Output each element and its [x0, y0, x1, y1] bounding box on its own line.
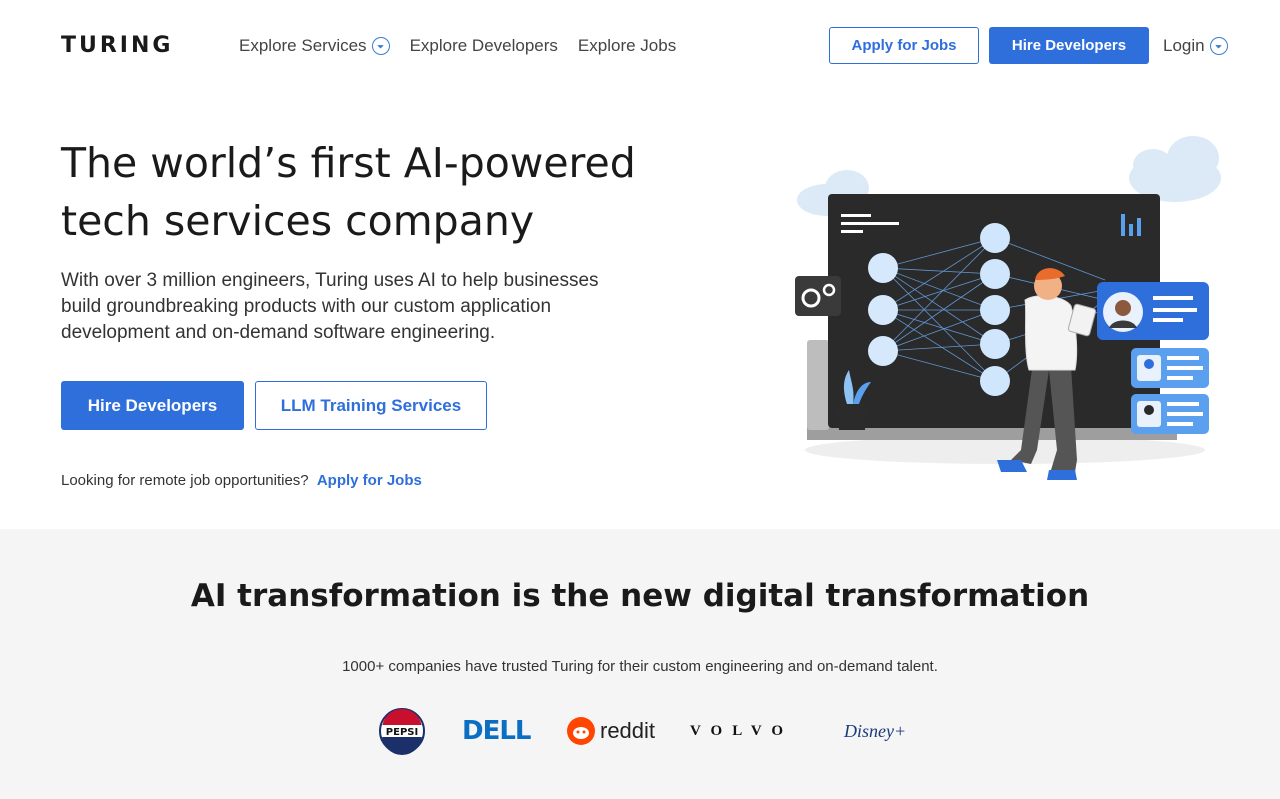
- chevron-down-icon: [371, 37, 390, 55]
- login-menu[interactable]: Login: [1163, 36, 1228, 56]
- llm-training-services-button[interactable]: LLM Training Services: [255, 381, 487, 430]
- section-title: AI transformation is the new digital tra…: [190, 578, 1090, 614]
- nav-explore-developers[interactable]: Explore Developers: [410, 36, 558, 56]
- remote-jobs-text: Looking for remote job opportunities?: [61, 472, 309, 489]
- profile-card-small: [1131, 394, 1209, 434]
- hire-developers-header-button[interactable]: Hire Developers: [989, 27, 1149, 64]
- remote-jobs-prompt: Looking for remote job opportunities? Ap…: [61, 472, 422, 489]
- apply-for-jobs-button[interactable]: Apply for Jobs: [829, 27, 979, 64]
- volvo-logo: VOLVO: [690, 722, 794, 739]
- hire-developers-button[interactable]: Hire Developers: [61, 381, 244, 430]
- nav-explore-jobs-label: Explore Jobs: [577, 36, 677, 55]
- nav-explore-services[interactable]: Explore Services: [239, 36, 390, 56]
- nav-explore-developers-label: Explore Developers: [409, 36, 558, 55]
- remote-apply-link[interactable]: Apply for Jobs: [317, 472, 422, 489]
- hero-title: The world’s first AI-powered tech servic…: [61, 134, 681, 250]
- main-nav: Explore Services Explore Developers Expl…: [239, 36, 676, 56]
- disney-plus-logo: Disney+: [844, 720, 907, 741]
- hero-title-line1: The world’s first AI-powered: [61, 139, 636, 187]
- reddit-logo: reddit: [566, 705, 655, 757]
- hero-illustration: [795, 136, 1221, 480]
- profile-card-large: [1097, 282, 1209, 340]
- chevron-down-icon: [1209, 37, 1228, 55]
- reddit-icon: [567, 717, 595, 745]
- login-label: Login: [1163, 36, 1205, 55]
- turing-logo[interactable]: TURING: [61, 33, 173, 58]
- nav-explore-jobs[interactable]: Explore Jobs: [578, 36, 676, 56]
- section-subtitle: 1000+ companies have trusted Turing for …: [342, 658, 938, 675]
- svg-text:PEPSI: PEPSI: [386, 727, 418, 738]
- pepsi-logo: PEPSI: [378, 705, 426, 757]
- dell-logo: DELL: [462, 716, 531, 746]
- gear-icon: [795, 276, 841, 316]
- nav-explore-services-label: Explore Services: [239, 36, 367, 55]
- hero-description: With over 3 million engineers, Turing us…: [61, 270, 599, 343]
- client-logos: PEPSI DELL reddit VOLVO Disney+: [378, 705, 918, 757]
- profile-card-small: [1131, 348, 1209, 388]
- site-header: TURING Explore Services Explore Develope…: [0, 0, 1280, 90]
- hero-title-line2: tech services company: [61, 197, 535, 245]
